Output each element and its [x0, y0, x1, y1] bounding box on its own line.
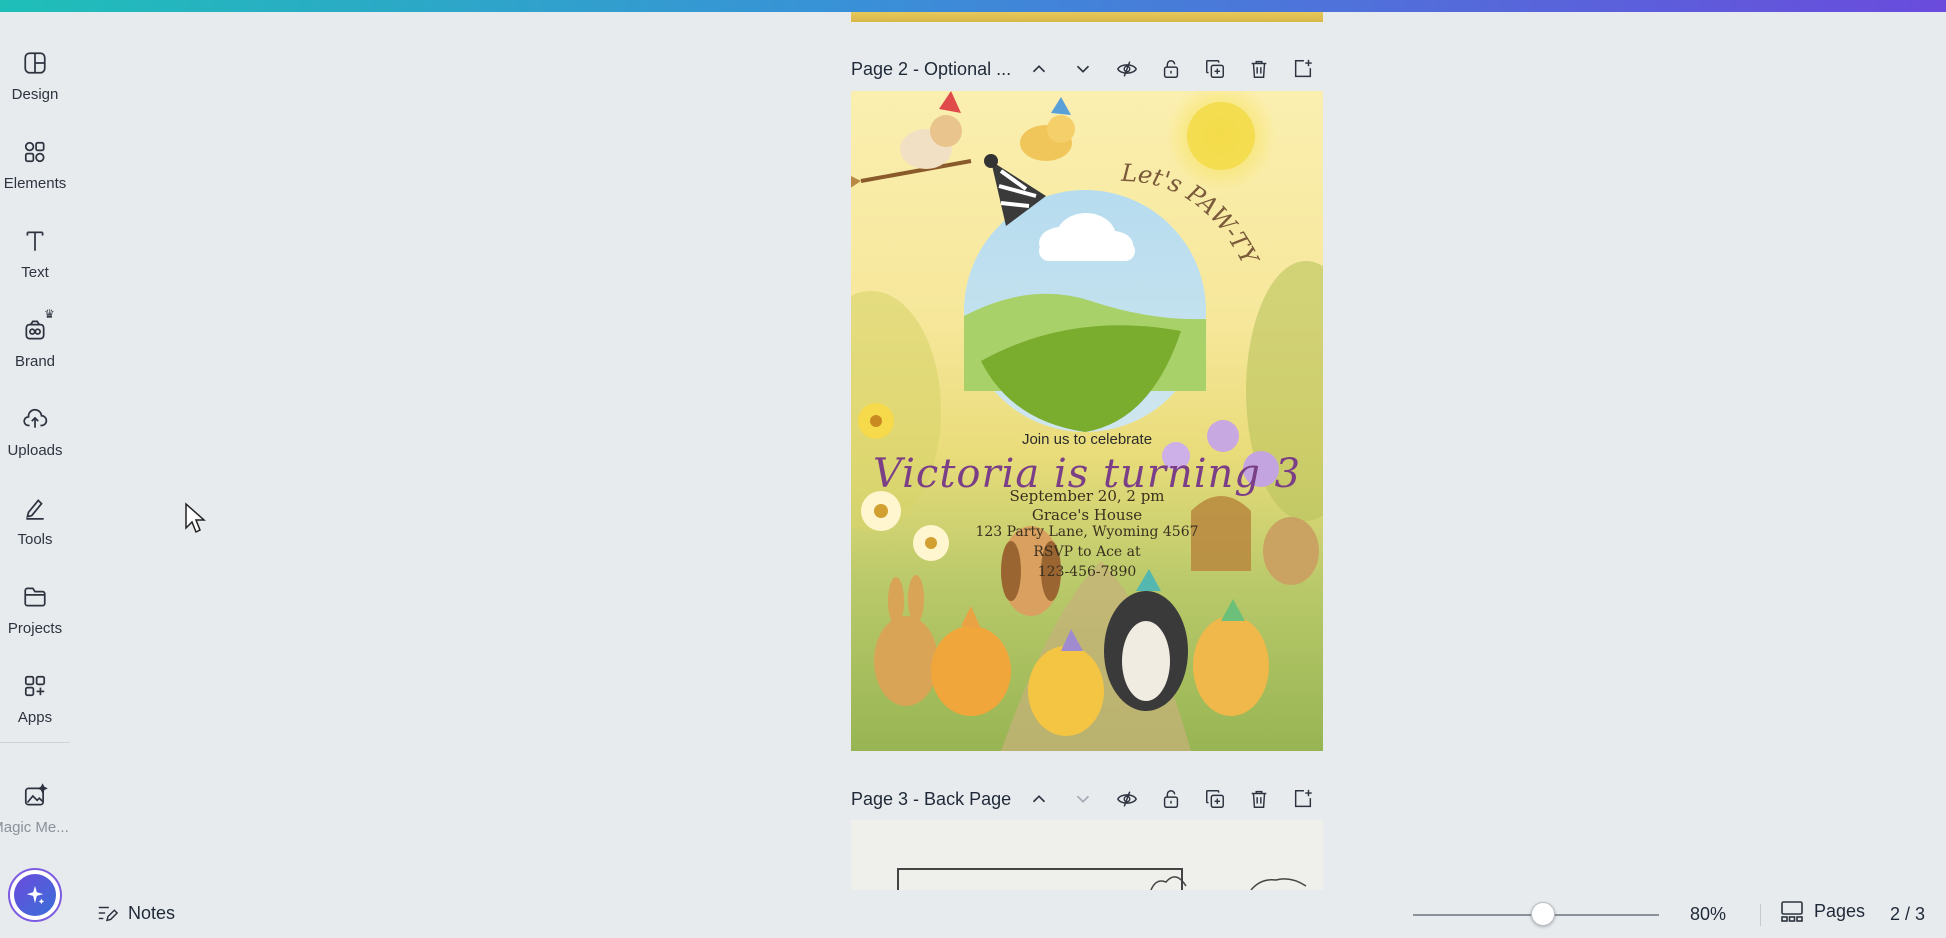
zoom-slider-handle[interactable] [1531, 902, 1555, 926]
sidebar-item-text[interactable]: Text [0, 202, 70, 282]
phone-line[interactable]: 123-456-7890 [851, 564, 1323, 580]
notes-button[interactable]: Notes [96, 902, 175, 924]
notes-label: Notes [128, 902, 176, 923]
top-accent-bar [0, 0, 1946, 12]
trash-icon [1251, 60, 1267, 78]
sidebar-item-design[interactable]: Design [0, 24, 70, 104]
sidebar-item-label: Uploads [7, 442, 63, 459]
delete-page-button[interactable] [1237, 777, 1281, 821]
sidebar-item-apps[interactable]: Apps [0, 647, 70, 727]
move-page-down-button[interactable] [1061, 777, 1105, 821]
curved-title-text: Let's PAW-TY [1120, 161, 1265, 271]
sidebar-item-magic-media[interactable]: Magic Me... [0, 757, 70, 837]
pages-button[interactable]: Pages [1780, 900, 1865, 922]
eye-off-icon [1117, 61, 1137, 77]
add-page-button[interactable] [1281, 47, 1325, 91]
sidebar-item-label: Brand [14, 353, 56, 370]
sidebar-item-label: Projects [7, 620, 63, 637]
chevron-up-icon [1032, 65, 1046, 73]
pages-icon [1781, 901, 1803, 922]
delete-page-button[interactable] [1237, 47, 1281, 91]
sidebar-item-uploads[interactable]: Uploads [0, 380, 70, 460]
zoom-value[interactable]: 80% [1690, 904, 1726, 925]
address-line[interactable]: 123 Party Lane, Wyoming 4567 [851, 524, 1323, 540]
mouse-cursor-icon [185, 502, 206, 534]
sidebar-item-tools[interactable]: Tools [0, 469, 70, 549]
page-3-canvas[interactable] [851, 820, 1323, 890]
page-2-title[interactable]: Page 2 - Optional ... [851, 59, 1017, 80]
add-page-icon [1294, 789, 1312, 808]
duplicate-page-button[interactable] [1193, 777, 1237, 821]
apps-icon [24, 675, 46, 697]
projects-icon [24, 587, 46, 607]
text-icon [26, 231, 44, 251]
page-counter: 2 / 3 [1890, 904, 1926, 924]
chevron-up-icon [1032, 795, 1046, 803]
page-3-title[interactable]: Page 3 - Back Page [851, 789, 1017, 810]
notes-icon [98, 906, 118, 922]
trash-icon [1251, 790, 1267, 808]
page-1-canvas-edge[interactable] [851, 12, 1323, 22]
eye-off-icon [1117, 791, 1137, 807]
rsvp-line[interactable]: RSVP to Ace at [851, 544, 1323, 560]
move-page-down-button[interactable] [1061, 47, 1105, 91]
sparkle-icon [14, 874, 56, 916]
svg-text:Let's PAW-TY: Let's PAW-TY [1120, 161, 1265, 271]
tools-icon [26, 499, 44, 520]
sidebar-divider [0, 742, 70, 743]
magic-assistant-button[interactable] [8, 868, 62, 922]
page-2-canvas[interactable]: Let's PAW-TY Join us to celebrate Victor… [851, 91, 1323, 751]
pages-label: Pages [1814, 900, 1866, 921]
chevron-down-icon [1076, 795, 1090, 803]
add-page-button[interactable] [1281, 777, 1325, 821]
sidebar-item-label: Apps [17, 709, 53, 726]
sidebar-item-label: Magic Me... [0, 819, 69, 836]
uploads-icon [23, 408, 48, 428]
toolbar-divider [1760, 904, 1761, 926]
sidebar-item-elements[interactable]: Elements [0, 113, 70, 193]
design-icon [24, 52, 46, 74]
lock-icon [1163, 790, 1179, 808]
lock-page-button[interactable] [1149, 47, 1193, 91]
crown-icon: ♛ [44, 307, 55, 321]
hide-page-button[interactable] [1105, 777, 1149, 821]
page-3-tools [1017, 777, 1325, 821]
chevron-down-icon [1076, 65, 1090, 73]
page-2-header: Page 2 - Optional ... [851, 47, 1325, 91]
left-sidebar: Design Elements Text Brand ♛ Uploads Too… [0, 12, 70, 938]
lock-page-button[interactable] [1149, 777, 1193, 821]
sidebar-item-label: Design [11, 86, 59, 103]
elements-icon [24, 141, 45, 163]
back-page-sketch [1150, 876, 1307, 890]
curved-title[interactable]: Let's PAW-TY [1111, 161, 1291, 331]
move-page-up-button[interactable] [1017, 777, 1061, 821]
date-line[interactable]: September 20, 2 pm [851, 487, 1323, 505]
duplicate-page-button[interactable] [1193, 47, 1237, 91]
sidebar-item-label: Elements [3, 175, 67, 192]
sidebar-item-projects[interactable]: Projects [0, 558, 70, 638]
sidebar-item-label: Text [21, 264, 49, 281]
add-page-icon [1294, 59, 1312, 78]
page-2-tools [1017, 47, 1325, 91]
duplicate-icon [1206, 60, 1224, 78]
lock-icon [1163, 60, 1179, 78]
move-page-up-button[interactable] [1017, 47, 1061, 91]
join-line[interactable]: Join us to celebrate [851, 431, 1323, 448]
bottom-toolbar: Notes 80% Pages 2 / 3 [70, 890, 1946, 938]
duplicate-icon [1206, 790, 1224, 808]
page-3-header: Page 3 - Back Page [851, 777, 1325, 821]
sidebar-item-brand[interactable]: Brand ♛ [0, 291, 70, 371]
sidebar-item-label: Tools [17, 531, 53, 548]
place-line[interactable]: Grace's House [851, 506, 1323, 524]
hide-page-button[interactable] [1105, 47, 1149, 91]
magic-media-icon [24, 783, 48, 806]
